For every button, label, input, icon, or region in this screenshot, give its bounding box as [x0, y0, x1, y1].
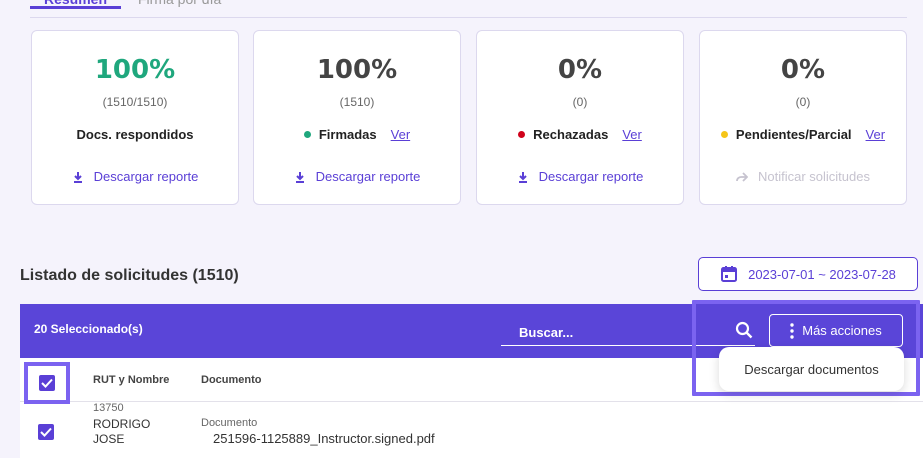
row-checkbox[interactable] [38, 424, 54, 440]
status-dot [303, 131, 311, 138]
document-label: Documento [201, 417, 258, 429]
ver-link[interactable]: Ver [391, 127, 411, 142]
download-report-label: Descargar reporte [538, 169, 644, 184]
name-line-1: RODRIGO [93, 417, 151, 431]
tab-firma-por-dia[interactable]: Firma por día [138, 0, 221, 8]
select-all-checkbox[interactable] [39, 375, 55, 391]
summary-card-firmadas: 100% (1510) Firmadas Ver Descargar repor… [253, 30, 461, 205]
card-count: (1510/1510) [102, 95, 168, 109]
download-icon [518, 171, 527, 183]
status-dot [518, 131, 526, 138]
name-line-2: JOSE [93, 432, 125, 446]
summary-card-pendientes: 0% (0) Pendientes/Parcial Ver Notificar … [699, 30, 907, 205]
ver-link[interactable]: Ver [866, 127, 886, 142]
card-label: Rechazadas [533, 127, 609, 142]
status-dot [720, 131, 728, 138]
card-count: (0) [795, 95, 811, 109]
download-report-button[interactable]: Descargar reporte [32, 169, 238, 184]
download-icon [295, 171, 304, 183]
more-actions-dropdown: Descargar documentos [719, 347, 904, 391]
menu-item-download-documents[interactable]: Descargar documentos [744, 362, 878, 377]
card-label: Pendientes/Parcial [735, 127, 852, 142]
card-percent: 100% [94, 55, 176, 85]
download-icon [73, 171, 82, 183]
summary-card-rechazadas: 0% (0) Rechazadas Ver Descargar reporte [476, 30, 684, 205]
calendar-icon [721, 266, 738, 282]
download-report-label: Descargar reporte [315, 169, 421, 184]
rut-value: 13750 [93, 402, 124, 414]
list-title: Listado de solicitudes (1510) [20, 267, 239, 284]
summary-card-respondidos: 100% (1510/1510) Docs. respondidos Desca… [31, 30, 239, 205]
ver-link[interactable]: Ver [622, 127, 642, 142]
download-report-button[interactable]: Descargar reporte [477, 169, 683, 184]
notify-requests-button[interactable]: Notificar solicitudes [700, 169, 906, 184]
card-count: (1510) [339, 95, 375, 109]
share-arrow-icon [736, 171, 748, 182]
document-name[interactable]: 251596-1125889_Instructor.signed.pdf [213, 431, 435, 446]
tab-resumen[interactable]: Resumen [29, 0, 122, 9]
download-report-label: Descargar reporte [93, 169, 199, 184]
date-range-button[interactable]: 2023-07-01 ~ 2023-07-28 [698, 257, 918, 291]
card-count: (0) [572, 95, 588, 109]
column-header-documento: Documento [201, 374, 262, 386]
column-header-rut-nombre: RUT y Nombre [93, 374, 170, 386]
checkmark-icon [40, 427, 52, 437]
checkmark-icon [41, 378, 53, 388]
tab-bar: Resumen Firma por día [29, 0, 907, 18]
download-report-button[interactable]: Descargar reporte [254, 169, 460, 184]
card-label: Docs. respondidos [76, 127, 194, 142]
card-percent: 0% [557, 55, 603, 85]
card-percent: 0% [780, 55, 826, 85]
selected-count: 20 Seleccionado(s) [34, 322, 143, 336]
select-all-checkbox-highlight [24, 362, 70, 404]
notify-requests-label: Notificar solicitudes [758, 169, 870, 184]
card-label: Firmadas [318, 127, 377, 142]
date-range-label: 2023-07-01 ~ 2023-07-28 [748, 266, 896, 282]
card-percent: 100% [316, 55, 398, 85]
